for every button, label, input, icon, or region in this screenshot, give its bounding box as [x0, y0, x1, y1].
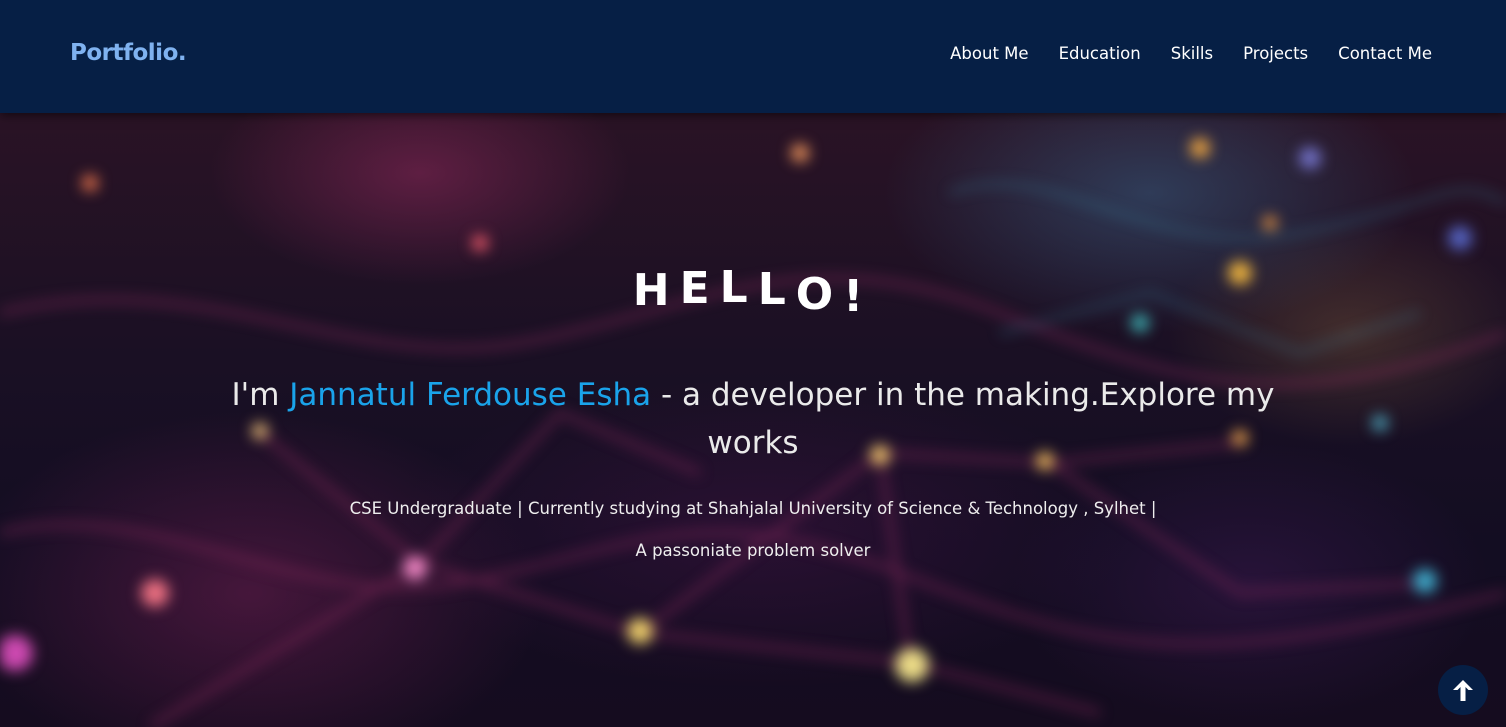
hello-letter: L: [719, 262, 758, 313]
arrow-up-icon: [1453, 680, 1473, 701]
hero-section: HELLO! I'm Jannatul Ferdouse Esha - a de…: [0, 113, 1506, 727]
developer-name: Jannatul Ferdouse Esha: [289, 377, 652, 413]
intro-suffix: - a developer in the making.Explore my w…: [651, 377, 1275, 461]
tagline: A passoniate problem solver: [635, 541, 871, 560]
nav-links: About Me Education Skills Projects Conta…: [950, 44, 1432, 63]
hello-letter: !: [843, 271, 874, 322]
hero-content: HELLO! I'm Jannatul Ferdouse Esha - a de…: [0, 113, 1506, 727]
hello-letter: E: [679, 263, 720, 314]
scroll-to-top-button[interactable]: [1438, 665, 1488, 715]
hello-letter: L: [757, 264, 796, 315]
navbar: Portfolio. About Me Education Skills Pro…: [0, 0, 1506, 113]
nav-link-education[interactable]: Education: [1059, 44, 1141, 63]
nav-link-about-me[interactable]: About Me: [950, 44, 1028, 63]
hello-letter: H: [632, 265, 680, 316]
nav-link-skills[interactable]: Skills: [1171, 44, 1213, 63]
logo[interactable]: Portfolio.: [70, 40, 187, 66]
intro-text: I'm Jannatul Ferdouse Esha - a developer…: [230, 371, 1276, 467]
intro-prefix: I'm: [231, 377, 290, 413]
education-subtitle: CSE Undergraduate | Currently studying a…: [349, 499, 1157, 518]
hello-letter: O: [795, 269, 844, 320]
nav-link-contact-me[interactable]: Contact Me: [1338, 44, 1432, 63]
hello-heading: HELLO!: [0, 262, 1506, 323]
nav-link-projects[interactable]: Projects: [1243, 44, 1308, 63]
